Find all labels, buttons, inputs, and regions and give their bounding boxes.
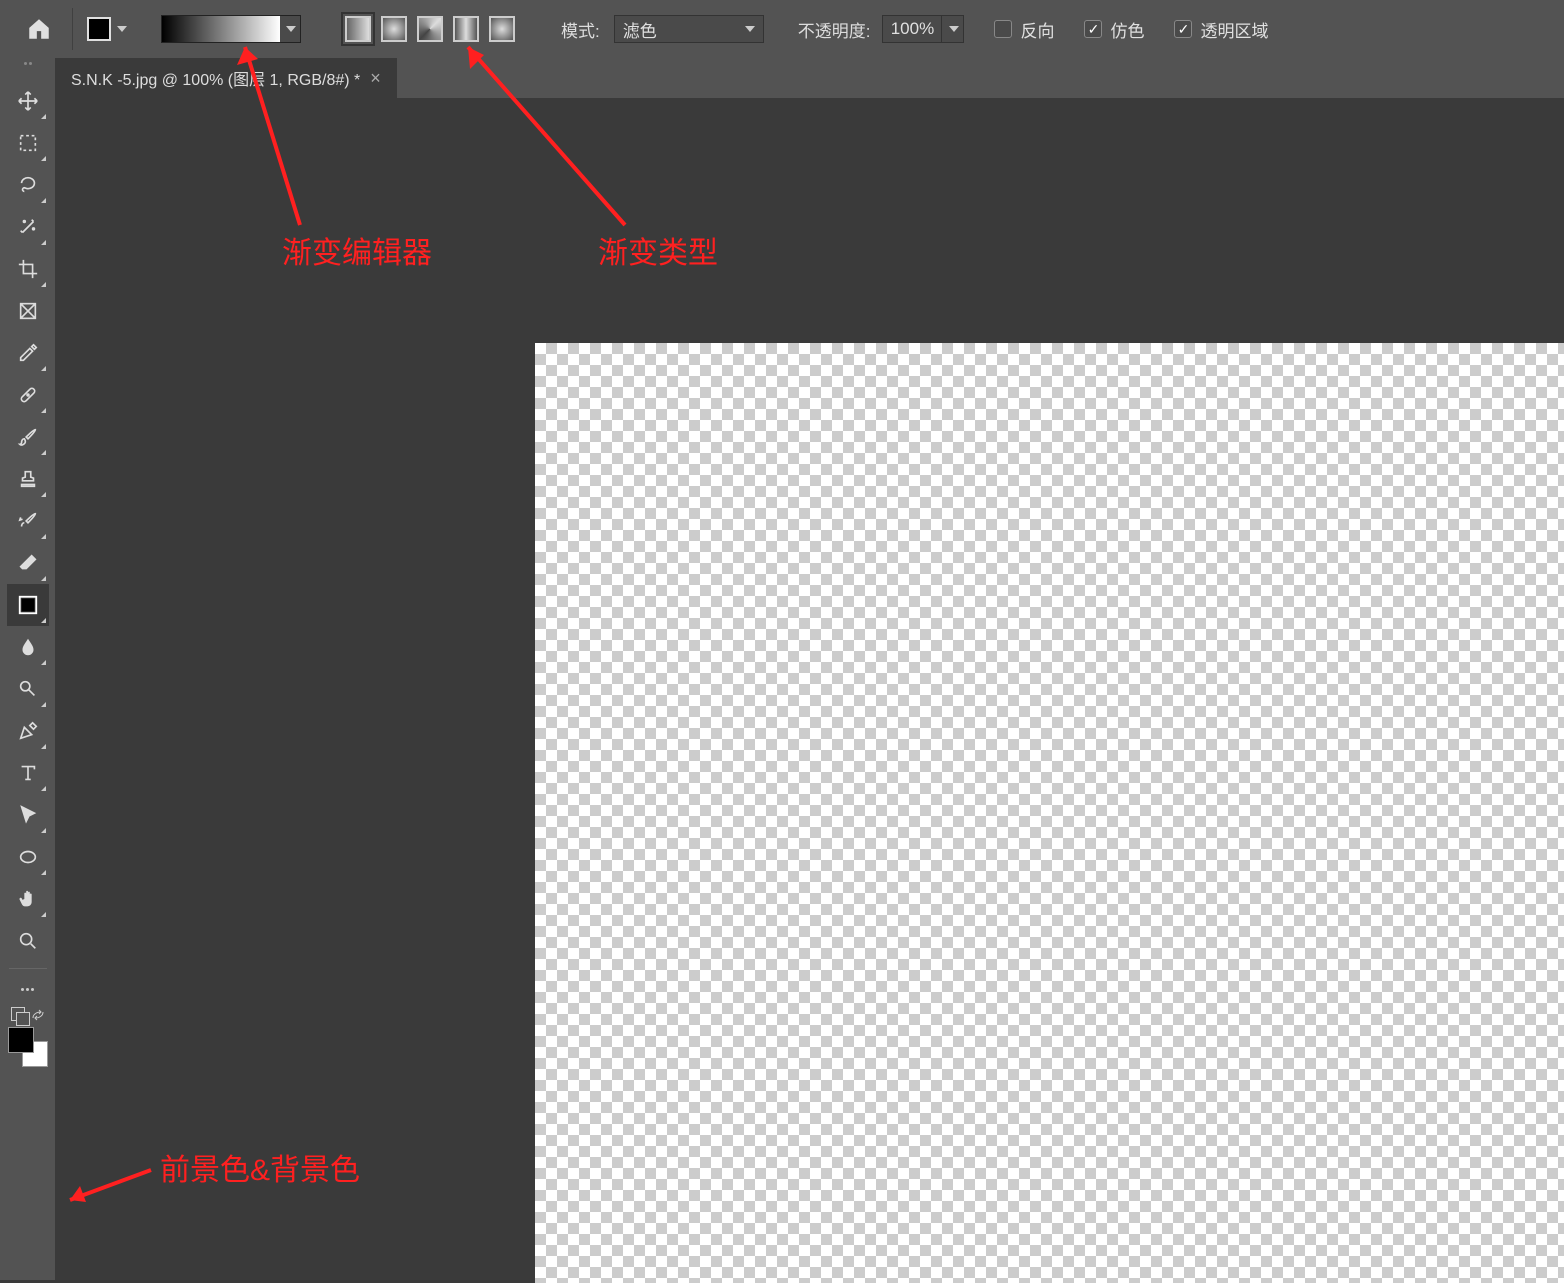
zoom-tool[interactable]: [7, 920, 49, 962]
dodge-tool[interactable]: [7, 668, 49, 710]
opacity-dropdown-button[interactable]: [942, 15, 964, 43]
transparency-label: 透明区域: [1200, 17, 1268, 42]
arrow-icon: [17, 804, 39, 826]
tool-separator: [9, 968, 47, 969]
marquee-tool[interactable]: [7, 122, 49, 164]
default-colors-swap[interactable]: [11, 1007, 45, 1021]
blur-tool[interactable]: [7, 626, 49, 668]
wand-icon: [17, 216, 39, 238]
home-icon: [26, 16, 52, 42]
swap-colors-icon: [31, 1007, 45, 1021]
chevron-down-icon: [286, 26, 296, 32]
annotation-arrow: [56, 1150, 156, 1210]
default-colors-icon: [11, 1007, 25, 1021]
foreground-color-swatch[interactable]: [8, 1027, 34, 1053]
quick-select-tool[interactable]: [7, 206, 49, 248]
marquee-icon: [17, 132, 39, 154]
path-select-tool[interactable]: [7, 794, 49, 836]
tool-preset-dropdown[interactable]: [87, 17, 127, 41]
annotation-arrow: [220, 35, 360, 230]
shape-tool[interactable]: [7, 836, 49, 878]
type-tool[interactable]: [7, 752, 49, 794]
frame-tool[interactable]: [7, 290, 49, 332]
annotation-arrow: [450, 35, 630, 230]
history-brush-tool[interactable]: [7, 500, 49, 542]
gradient-tool[interactable]: [7, 584, 49, 626]
dodge-icon: [17, 678, 39, 700]
stamp-tool[interactable]: [7, 458, 49, 500]
chevron-down-icon: [117, 26, 127, 32]
preset-swatch-icon: [87, 17, 111, 41]
eraser-icon: [17, 552, 39, 574]
chevron-down-icon: [745, 26, 755, 32]
move-tool[interactable]: [7, 80, 49, 122]
dither-checkbox[interactable]: 仿色: [1084, 17, 1144, 42]
checkbox-icon: [1174, 20, 1192, 38]
eyedropper-tool[interactable]: [7, 332, 49, 374]
edit-toolbar-button[interactable]: [7, 975, 49, 1003]
bandage-icon: [17, 384, 39, 406]
frame-icon: [17, 300, 39, 322]
zoom-icon: [17, 930, 39, 952]
move-icon: [17, 90, 39, 112]
gradient-angle-button[interactable]: [417, 16, 443, 42]
transparency-checkbox[interactable]: 透明区域: [1174, 17, 1268, 42]
crop-tool[interactable]: [7, 248, 49, 290]
checkbox-icon: [1084, 20, 1102, 38]
history-brush-icon: [17, 510, 39, 532]
document-canvas[interactable]: [535, 343, 1564, 1283]
drop-icon: [17, 636, 39, 658]
crop-icon: [17, 258, 39, 280]
gradient-icon: [17, 594, 39, 616]
opacity-label: 不透明度:: [798, 17, 871, 42]
pen-icon: [17, 720, 39, 742]
divider: [72, 8, 73, 50]
type-icon: [17, 762, 39, 784]
close-tab-button[interactable]: ×: [370, 68, 381, 89]
home-button[interactable]: [20, 10, 58, 48]
pen-tool[interactable]: [7, 710, 49, 752]
ellipse-icon: [17, 846, 39, 868]
healing-tool[interactable]: [7, 374, 49, 416]
hand-icon: [17, 888, 39, 910]
eraser-tool[interactable]: [7, 542, 49, 584]
chevron-down-icon: [949, 26, 959, 32]
checkbox-icon: [994, 20, 1012, 38]
canvas-area: [55, 98, 1564, 1280]
brush-tool[interactable]: [7, 416, 49, 458]
annotation-fgbg: 前景色&背景色: [160, 1145, 360, 1189]
blend-mode-select[interactable]: 滤色: [614, 15, 764, 43]
lasso-icon: [17, 174, 39, 196]
annotation-gradient-editor: 渐变编辑器: [282, 228, 432, 272]
reverse-checkbox[interactable]: 反向: [994, 17, 1054, 42]
annotation-gradient-type: 渐变类型: [598, 228, 718, 272]
eyedropper-icon: [17, 342, 39, 364]
brush-icon: [17, 426, 39, 448]
gradient-radial-button[interactable]: [381, 16, 407, 42]
reverse-label: 反向: [1020, 17, 1054, 42]
opacity-input[interactable]: 100%: [882, 15, 942, 43]
dither-label: 仿色: [1110, 17, 1144, 42]
lasso-tool[interactable]: [7, 164, 49, 206]
stamp-icon: [17, 468, 39, 490]
foreground-background-color[interactable]: [8, 1027, 48, 1067]
hand-tool[interactable]: [7, 878, 49, 920]
panel-drag-handle[interactable]: [24, 62, 32, 65]
tools-panel: [0, 58, 55, 1280]
